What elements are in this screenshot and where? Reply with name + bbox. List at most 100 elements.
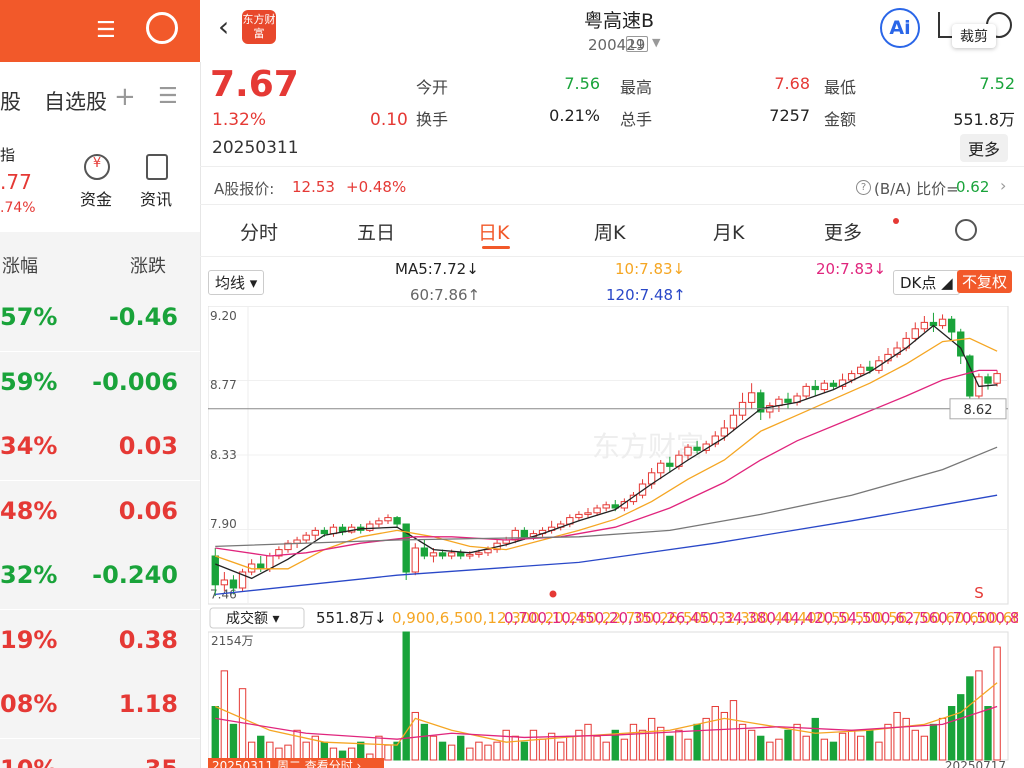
volume-bar (857, 735, 865, 761)
volume-bar (638, 729, 647, 761)
help-icon[interactable]: ? (856, 180, 871, 195)
volume-bar (684, 738, 692, 761)
y-tick: 8.77 (210, 378, 237, 392)
row-pct: 32% (0, 561, 58, 589)
stock-row[interactable]: 19% 0.38 (0, 609, 200, 674)
watermark: 东方财富 (592, 430, 704, 463)
ma-dropdown[interactable]: 均线 ▾ (208, 270, 265, 295)
tab-stocks[interactable]: 股 (0, 86, 21, 116)
candle-body (984, 376, 992, 384)
back-icon[interactable]: ‹ (218, 10, 229, 43)
row-chg: 0.06 (118, 496, 178, 525)
tab-5[interactable]: 更多 (824, 218, 862, 245)
stock-row[interactable]: 10% 35 (0, 738, 200, 768)
volume-bar (875, 741, 883, 761)
stock-row[interactable]: 59% -0.006 (0, 351, 200, 416)
volume-bar (802, 735, 810, 761)
divider (200, 204, 1024, 205)
volume-bar (357, 741, 365, 761)
row-chg: 0.38 (118, 625, 178, 654)
index-label: 指 (0, 146, 16, 164)
left-header-bar: ☰ (0, 0, 200, 62)
row-chg: 1.18 (118, 690, 178, 718)
stock-row[interactable]: 34% 0.03 (0, 416, 200, 480)
stock-row[interactable]: 32% -0.240 (0, 545, 200, 609)
tab-4[interactable]: 月K (713, 218, 744, 245)
ma5-label: MA5:7.72↓ (395, 260, 479, 278)
chevron-down-icon[interactable]: ▼ (652, 36, 660, 49)
col-header-chg[interactable]: 涨跌 (130, 252, 166, 278)
volume-bar (229, 723, 238, 761)
candle-body (829, 382, 838, 387)
volume-bar (584, 723, 592, 761)
fund-icon[interactable]: ¥ (84, 154, 110, 180)
volume-bar (375, 735, 383, 761)
volume-bar (402, 631, 410, 761)
tab-1[interactable]: 五日 (357, 218, 395, 245)
menu-icon[interactable]: ☰ (158, 84, 178, 109)
candle-body (593, 507, 601, 514)
crop-button[interactable]: 裁剪 (952, 24, 996, 48)
settings-icon[interactable] (955, 219, 977, 241)
candle-body (684, 446, 692, 456)
sell-marker: S (974, 584, 984, 602)
tab-0[interactable]: 分时 (240, 218, 278, 245)
list-header: 涨幅 涨跌 (0, 232, 200, 287)
candle-body (475, 552, 483, 555)
volume-max: 2154万 (211, 634, 254, 648)
volume-bar (757, 735, 765, 761)
stock-title: 粤高速B (584, 10, 655, 32)
y-tick: 9.20 (210, 309, 237, 323)
dk-button[interactable]: DK点 ◢ (893, 270, 960, 295)
add-icon[interactable]: + (114, 82, 136, 112)
row-chg: -0.006 (92, 367, 178, 396)
candle-body (320, 529, 329, 535)
stock-row[interactable]: 57% -0.46 (0, 287, 200, 351)
shortcut-fund[interactable]: 资金 (80, 186, 112, 210)
volume-bar (493, 741, 501, 761)
volume-bar (520, 741, 529, 761)
tab-watchlist[interactable]: 自选股 (44, 86, 107, 116)
fq-button[interactable]: 不复权 (957, 270, 1013, 293)
ai-icon[interactable]: Ai (880, 8, 920, 48)
volume-bar (593, 735, 601, 761)
chevron-right-icon[interactable]: › (1000, 176, 1006, 195)
volume-bar (257, 735, 265, 761)
row-chg: 0.03 (118, 432, 178, 460)
volume-bar (784, 729, 792, 761)
kline-chart[interactable]: 东方财富 9.20 8.77 8.33 7.90 7.46 8.62 S 2154万 551.8万… (208, 306, 1018, 768)
price-chg: 0.10 (370, 110, 408, 130)
stock-row[interactable]: 48% 0.06 (0, 480, 200, 545)
level-badge: L1 (626, 36, 649, 52)
shortcut-news[interactable]: 资讯 (140, 186, 172, 210)
ma10-label: 10:7.83↓ (615, 260, 686, 278)
row-pct: 19% (0, 625, 58, 654)
stock-row[interactable]: 08% 1.18 (0, 674, 200, 738)
notice-dot (893, 218, 899, 224)
candle-body (720, 427, 729, 437)
search-icon[interactable] (146, 12, 178, 44)
col-header-pct[interactable]: 涨幅 (2, 252, 38, 278)
filter-icon[interactable]: ☰ (96, 18, 116, 43)
volume-bar (747, 729, 756, 761)
news-icon[interactable] (146, 154, 168, 180)
candle-body (293, 539, 301, 544)
a-share-quote: A股报价: 12.53 +0.48% ? (B/A) 比价= 0.62 › (200, 172, 1024, 202)
field-value: 7.52 (979, 74, 1015, 93)
candle-body (784, 398, 792, 403)
volume-bar (820, 738, 829, 761)
volume-bar (829, 741, 838, 761)
ma-dropdown-label: 均线 (215, 274, 246, 292)
row-pct: 34% (0, 432, 58, 460)
volume-bar (266, 741, 274, 761)
ratio-value: 0.62 (956, 178, 990, 196)
volume-bar (466, 747, 474, 761)
candle-body (693, 446, 701, 451)
date-range-end: 20250717 (945, 759, 1006, 768)
row-pct: 08% (0, 690, 58, 718)
more-button[interactable]: 更多 (960, 134, 1009, 162)
tab-2[interactable]: 日K (478, 218, 509, 245)
field-value: 551.8万 (953, 110, 1015, 129)
tab-3[interactable]: 周K (594, 218, 625, 245)
candle-body (657, 462, 665, 474)
